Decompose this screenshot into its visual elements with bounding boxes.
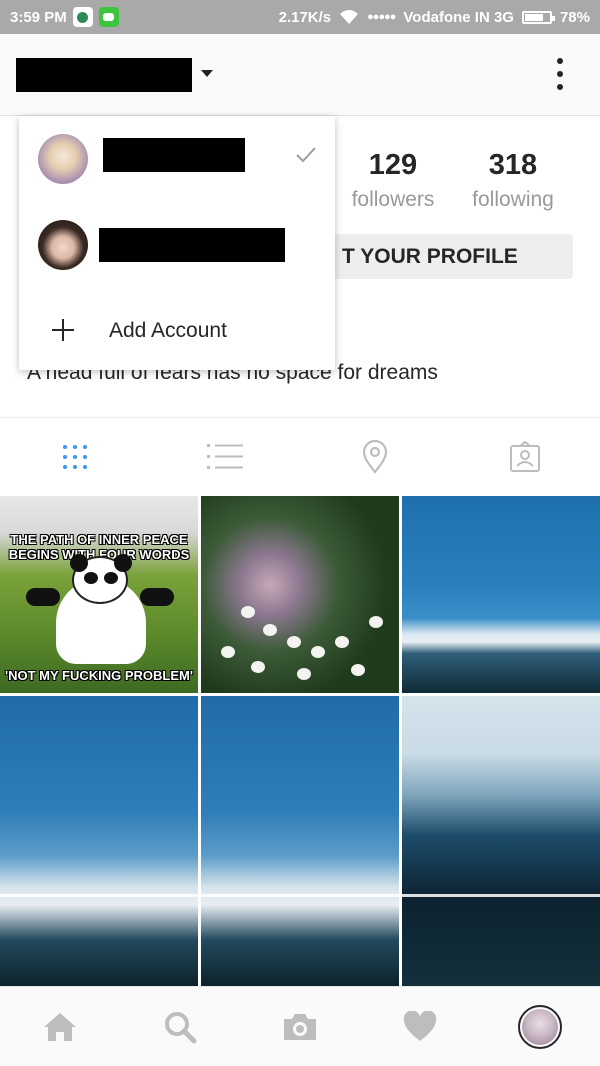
username-redacted[interactable] [16,58,192,92]
location-pin-icon [362,440,388,474]
profile-tabs [0,417,600,495]
status-bar: 3:59 PM 2.17K/s ●●●●● Vodafone IN 3G 78% [0,0,600,34]
more-options-icon[interactable] [552,56,568,92]
meme-bottom-text: 'NOT MY FUCKING PROBLEM' [5,668,193,683]
following-stat[interactable]: 318 following [453,149,573,212]
following-label: following [472,188,554,211]
message-icon [98,7,119,27]
add-account-button[interactable]: Add Account [19,292,335,370]
account-item-other[interactable] [19,202,335,288]
grid-photo[interactable]: THE PATH OF INNER PEACE BEGINS WITH FOUR… [0,496,198,693]
list-icon [207,444,243,469]
account-name-redacted [99,228,285,262]
profile-avatar [518,1005,562,1049]
checkmark-icon [296,147,316,163]
grid-photo[interactable] [201,496,399,693]
nav-search[interactable] [120,987,240,1066]
battery-icon [521,10,555,24]
edit-profile-button[interactable]: T YOUR PROFILE [300,234,573,279]
avatar [38,220,88,270]
home-icon [44,1013,76,1041]
avatar [38,134,88,184]
add-account-label: Add Account [109,319,227,342]
nav-camera[interactable] [240,987,360,1066]
grid-photo[interactable] [402,696,600,986]
plus-icon [52,319,74,341]
heart-icon [403,1011,437,1041]
carrier-name: Vodafone IN 3G [403,8,514,26]
chevron-down-icon[interactable] [201,70,213,77]
grid-photo[interactable] [201,696,399,986]
grid-photo[interactable] [0,696,198,986]
tagged-icon [510,441,540,472]
status-time: 3:59 PM [10,8,67,26]
followers-label: followers [351,188,435,211]
profile-header-bar [0,34,600,116]
grid-icon [63,445,87,469]
battery-level: 78% [559,8,590,26]
signal-dots: ●●●●● [367,11,396,23]
nav-home[interactable] [0,987,120,1066]
tab-tagged[interactable] [450,418,600,496]
account-item-current[interactable] [19,116,335,202]
bottom-navigation [0,986,600,1066]
tab-grid[interactable] [0,418,150,496]
grid-photo[interactable] [402,496,600,693]
nav-profile[interactable] [480,987,600,1066]
account-name-redacted [103,138,245,172]
following-count: 318 [488,149,538,181]
camera-icon [284,1014,316,1040]
wifi-icon [340,10,359,24]
followers-count: 129 [368,149,418,181]
nav-activity[interactable] [360,987,480,1066]
tab-location[interactable] [300,418,450,496]
hangouts-icon [72,7,93,27]
tab-list[interactable] [150,418,300,496]
photo-grid: THE PATH OF INNER PEACE BEGINS WITH FOUR… [0,496,600,986]
network-speed: 2.17K/s [278,8,332,26]
search-icon [165,1012,197,1044]
account-switcher-menu: Add Account [19,116,335,370]
followers-stat[interactable]: 129 followers [333,149,453,212]
